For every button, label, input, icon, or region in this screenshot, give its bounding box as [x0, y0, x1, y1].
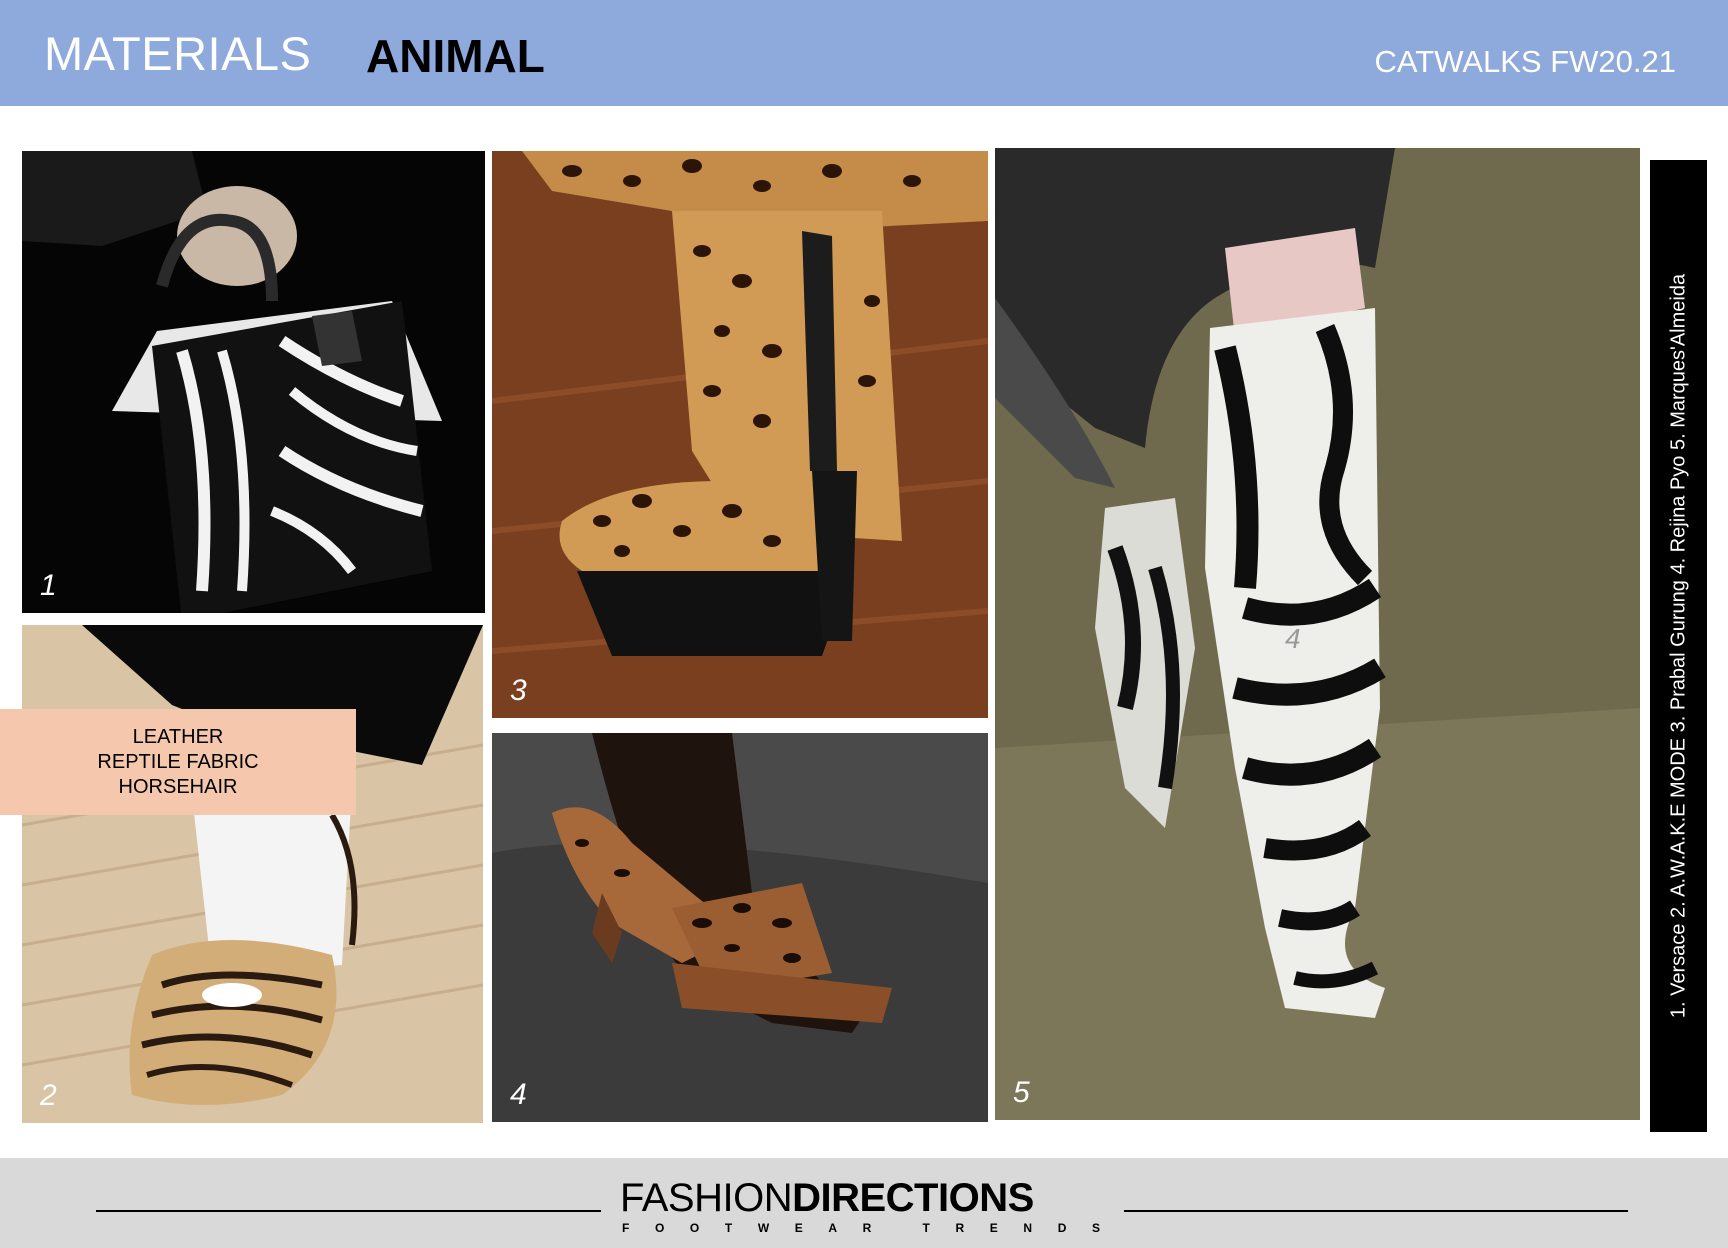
section-title: MATERIALS [44, 27, 312, 80]
brand-logo-bold: DIRECTIONS [792, 1176, 1034, 1220]
tagline-letter: E [989, 1221, 998, 1235]
season-label: CATWALKS FW20.21 [1374, 44, 1676, 79]
material-horsehair: HORSEHAIR [118, 775, 238, 798]
tagline-letter: S [1091, 1221, 1100, 1235]
tagline-letter: T [922, 1221, 930, 1235]
photo-number: 5 [1013, 1076, 1030, 1109]
footer-rule-left [96, 1210, 601, 1212]
photo-number: 2 [40, 1079, 57, 1112]
theme-title: ANIMAL [366, 30, 545, 82]
photo-number: 3 [510, 674, 527, 707]
photo-2-zebra-pump: 2 [22, 625, 483, 1123]
designer-credits: 1. Versace 2. A.W.A.K.E MODE 3. Prabal G… [1667, 273, 1689, 1019]
footer-rule-right [1124, 1210, 1628, 1212]
photo-5-zebra-knee-boot: 4 5 [995, 148, 1640, 1120]
photo-number: 1 [40, 569, 57, 602]
photo-3-leopard-boot: 3 [492, 151, 988, 718]
tagline-letter: R [862, 1221, 872, 1235]
tagline-letter: A [828, 1221, 838, 1235]
materials-label-box: LEATHER REPTILE FABRIC HORSEHAIR [0, 709, 356, 815]
tagline-letter: N [1023, 1221, 1033, 1235]
credits-sidebar: 1. Versace 2. A.W.A.K.E MODE 3. Prabal G… [1650, 160, 1707, 1132]
tagline-letter: W [757, 1221, 770, 1235]
tagline-letter: O [654, 1221, 665, 1235]
tagline-letter: T [724, 1221, 733, 1235]
material-leather: LEATHER [132, 725, 224, 748]
tagline-letter: D [1057, 1221, 1067, 1235]
photo-number: 4 [510, 1078, 527, 1111]
tagline-letter: O [689, 1221, 700, 1235]
photo-1-zebra-handbag: 1 [22, 151, 485, 613]
brand-logo: FASHIONDIRECTIONS [620, 1176, 1034, 1221]
tagline-letter: F [622, 1221, 630, 1235]
tagline-letter: R [955, 1221, 965, 1235]
brand-logo-light: FASHION [620, 1176, 793, 1220]
photo-4-leopard-mule: 4 [492, 733, 988, 1122]
material-reptile-fabric: REPTILE FABRIC [97, 750, 259, 773]
brand-tagline: F O O T W E A R T R E N D S [622, 1221, 1100, 1235]
tagline-letter: E [794, 1221, 803, 1235]
photo-5-faint-mark: 4 [1285, 623, 1301, 654]
